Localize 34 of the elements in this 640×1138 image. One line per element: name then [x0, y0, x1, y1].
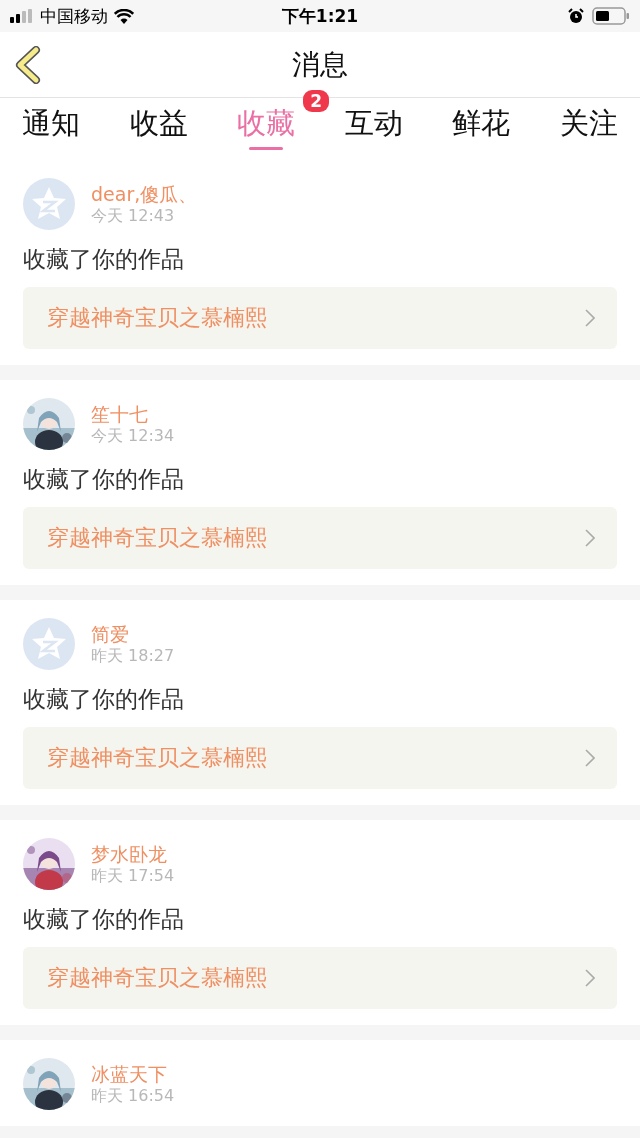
chevron-right-icon — [585, 529, 595, 547]
wifi-icon — [114, 8, 134, 24]
tab[interactable]: 鲜花 — [450, 98, 513, 144]
message-time: 昨天 18:27 — [91, 646, 175, 666]
chevron-right-icon — [585, 749, 595, 767]
tab[interactable]: 互动 — [342, 98, 405, 144]
user-name: 简爱 — [91, 622, 130, 646]
message-text: 收藏了你的作品 — [23, 245, 185, 274]
tab[interactable]: 关注 — [557, 98, 620, 144]
carrier-name: 中国移动 — [40, 4, 108, 28]
tab[interactable]: 收益 — [127, 98, 190, 144]
message-text: 收藏了你的作品 — [23, 685, 185, 714]
message-text: 收藏了你的作品 — [23, 465, 185, 494]
tab-indicator — [249, 147, 284, 150]
user-name: 梦水卧龙 — [91, 842, 168, 866]
page-title: 消息 — [292, 46, 348, 83]
message-time: 昨天 16:54 — [91, 1086, 175, 1106]
tab[interactable]: 通知 — [20, 98, 82, 144]
signal-icon — [10, 9, 34, 23]
chevron-right-icon — [585, 309, 595, 327]
user-name: 笙十七 — [91, 402, 149, 426]
alarm-icon — [568, 8, 584, 24]
message-time: 今天 12:43 — [91, 206, 176, 226]
count-badge: 2 — [303, 90, 330, 112]
message-text: 收藏了你的作品 — [23, 905, 185, 934]
message-time: 昨天 17:54 — [91, 866, 175, 886]
user-name: 冰蓝天下 — [91, 1062, 168, 1086]
clock-time: 下午1:21 — [281, 5, 359, 26]
user-name: dear,傻瓜、 — [91, 182, 198, 206]
chevron-right-icon — [585, 969, 595, 987]
default-avatar-icon — [23, 618, 75, 670]
message-time: 今天 12:34 — [91, 426, 175, 446]
default-avatar-icon — [23, 178, 75, 230]
battery-icon — [592, 7, 630, 25]
